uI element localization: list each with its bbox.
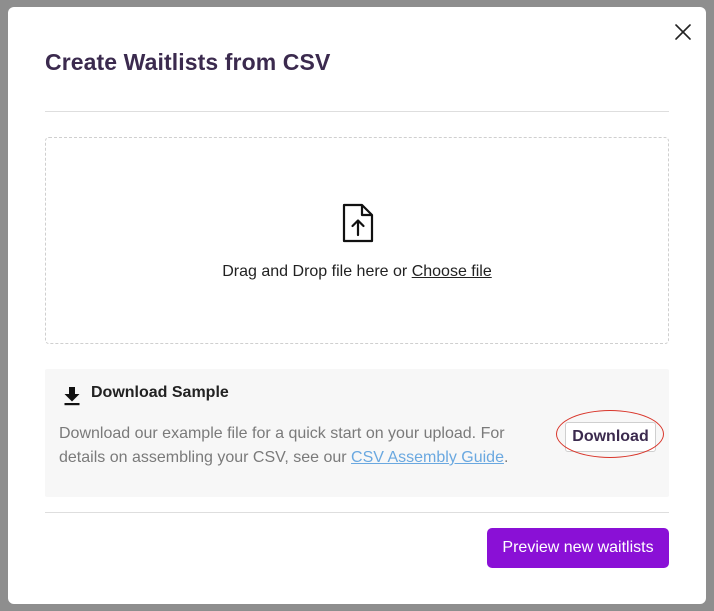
download-button[interactable]: Download [565,422,656,452]
create-waitlists-modal: Create Waitlists from CSV Drag and Drop … [8,7,706,604]
csv-assembly-guide-link[interactable]: CSV Assembly Guide [351,449,504,466]
sample-description-end: . [503,449,509,466]
download-sample-description: Download our example file for a quick st… [59,422,529,470]
preview-new-waitlists-button[interactable]: Preview new waitlists [487,528,669,568]
close-icon [675,24,691,40]
modal-title: Create Waitlists from CSV [45,49,331,75]
close-button[interactable] [672,21,694,43]
dropzone-label: Drag and Drop file here or [222,263,412,280]
header-divider [45,111,669,112]
download-icon [64,387,80,406]
choose-file-link[interactable]: Choose file [412,263,492,280]
file-dropzone[interactable]: Drag and Drop file here or Choose file [45,137,669,344]
dropzone-text: Drag and Drop file here or Choose file [46,263,668,281]
file-upload-icon [342,203,374,243]
footer-divider [45,512,669,513]
download-sample-panel: Download Sample Download our example fil… [45,369,669,497]
download-sample-heading: Download Sample [91,384,229,401]
